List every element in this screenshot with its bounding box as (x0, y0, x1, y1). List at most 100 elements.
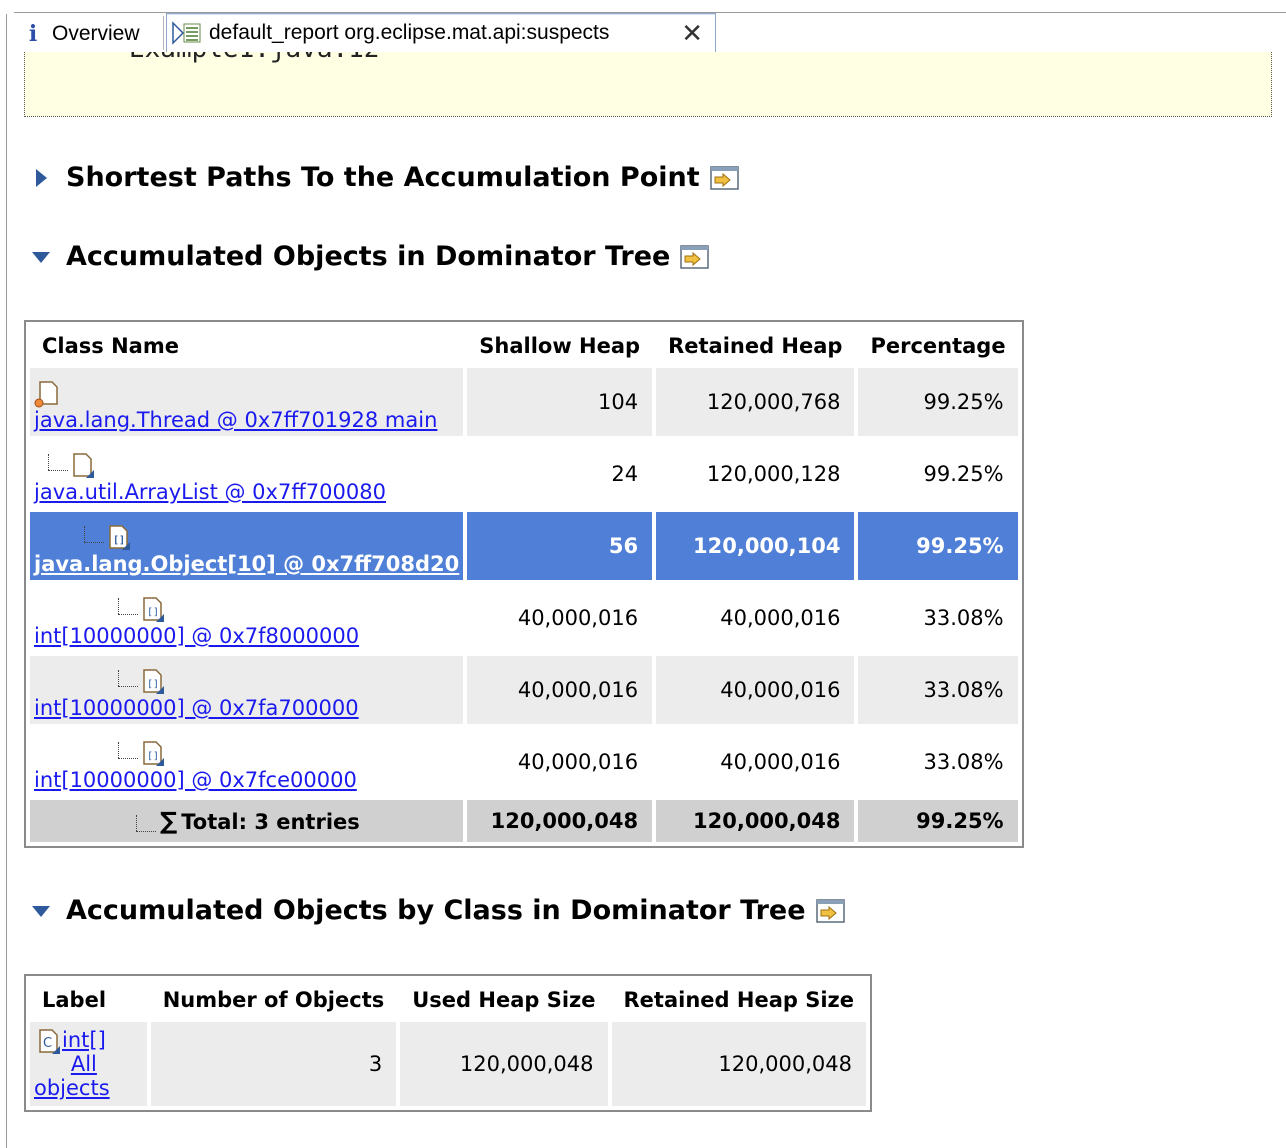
report-icon (171, 20, 203, 46)
array-object-icon: [] (140, 668, 166, 696)
used-heap-size-cell: 120,000,048 (400, 1022, 608, 1106)
retained-heap-cell: 40,000,016 (656, 656, 855, 724)
collapse-triangle-icon[interactable] (32, 900, 54, 922)
svg-text:[]: [] (147, 607, 159, 618)
sigma-icon: ∑ (160, 807, 178, 835)
column-header-number-of-objects[interactable]: Number of Objects (150, 980, 397, 1018)
table-row[interactable]: java.lang.Thread @ 0x7ff701928 main 104 … (30, 368, 1018, 436)
info-icon: i (28, 21, 38, 47)
class-name-cell: [] int[10000000] @ 0x7fce00000 (30, 728, 464, 796)
editor-left-border (6, 14, 7, 1148)
object-link[interactable]: int[10000000] @ 0x7f8000000 (34, 624, 359, 648)
total-retained-cell: 120,000,048 (656, 800, 855, 842)
table-row[interactable]: C int[] All objects 3 120,000,048 120,00… (30, 1022, 866, 1106)
percentage-cell: 99.25% (858, 440, 1018, 508)
shallow-heap-cell: 40,000,016 (467, 656, 653, 724)
class-link-objects[interactable]: objects (34, 1076, 110, 1100)
svg-text:[]: [] (147, 679, 159, 690)
column-header-label[interactable]: Label (30, 980, 147, 1018)
tab-overview[interactable]: i Overview (20, 16, 140, 52)
total-label-cell: ∑ Total: 3 entries (30, 800, 464, 842)
section-accumulated-objects[interactable]: Accumulated Objects in Dominator Tree (32, 241, 710, 272)
retained-heap-cell: 120,000,768 (656, 368, 855, 436)
object-icon (70, 452, 96, 480)
retained-heap-cell: 120,000,128 (656, 440, 855, 508)
section-accumulated-by-class[interactable]: Accumulated Objects by Class in Dominato… (32, 895, 846, 926)
section-title: Accumulated Objects in Dominator Tree (66, 241, 671, 272)
table-row[interactable]: [] int[10000000] @ 0x7fa700000 40,000,01… (30, 656, 1018, 724)
array-object-icon: [] (106, 524, 132, 552)
retained-heap-cell: 120,000,104 (656, 512, 855, 580)
shallow-heap-cell: 56 (467, 512, 653, 580)
section-title: Accumulated Objects by Class in Dominato… (66, 895, 806, 926)
array-object-icon: [] (140, 596, 166, 624)
column-header-retained-heap[interactable]: Retained Heap (656, 326, 855, 364)
tree-connector (114, 740, 140, 768)
percentage-cell: 33.08% (858, 656, 1018, 724)
object-link[interactable]: java.util.ArrayList @ 0x7ff700080 (34, 480, 386, 504)
open-query-icon[interactable] (680, 244, 710, 270)
open-query-icon[interactable] (815, 898, 846, 924)
class-link[interactable]: int[] (62, 1028, 106, 1052)
svg-text:C: C (43, 1036, 52, 1051)
tab-default-report[interactable]: default_report org.eclipse.mat.api:suspe… (166, 13, 716, 52)
editor-tab-bar: i Overview default_report org.eclipse.ma… (0, 0, 1286, 52)
retained-heap-cell: 40,000,016 (656, 584, 855, 652)
column-header-percentage[interactable]: Percentage (858, 326, 1018, 364)
total-shallow-cell: 120,000,048 (467, 800, 653, 842)
class-name-cell: java.util.ArrayList @ 0x7ff700080 (30, 440, 464, 508)
array-object-icon: [] (140, 740, 166, 768)
object-link[interactable]: int[10000000] @ 0x7fa700000 (34, 696, 359, 720)
section-title: Shortest Paths To the Accumulation Point (66, 162, 700, 193)
total-percentage-cell: 99.25% (858, 800, 1018, 842)
class-name-cell: java.lang.Thread @ 0x7ff701928 main (30, 368, 464, 436)
expand-triangle-icon[interactable] (32, 167, 54, 189)
table-header-row: Label Number of Objects Used Heap Size R… (30, 980, 866, 1018)
close-tab-icon[interactable]: ✕ (681, 18, 703, 49)
table-total-row: ∑ Total: 3 entries 120,000,048 120,000,04… (30, 800, 1018, 842)
retained-heap-cell: 40,000,016 (656, 728, 855, 796)
open-query-icon[interactable] (709, 165, 740, 191)
svg-text:[]: [] (147, 751, 159, 762)
column-header-shallow-heap[interactable]: Shallow Heap (467, 326, 653, 364)
class-dominator-table: Label Number of Objects Used Heap Size R… (24, 974, 872, 1112)
table-row[interactable]: java.util.ArrayList @ 0x7ff700080 24 120… (30, 440, 1018, 508)
tree-connector (44, 452, 70, 480)
tab-separator (163, 16, 164, 50)
shallow-heap-cell: 104 (467, 368, 653, 436)
class-name-cell: [] int[10000000] @ 0x7f8000000 (30, 584, 464, 652)
column-header-retained-heap-size[interactable]: Retained Heap Size (611, 980, 866, 1018)
percentage-cell: 99.25% (858, 512, 1018, 580)
total-label: Total: 3 entries (181, 810, 360, 834)
svg-text:[]: [] (113, 535, 125, 546)
dominator-tree-table: Class Name Shallow Heap Retained Heap Pe… (24, 320, 1024, 848)
section-shortest-paths[interactable]: Shortest Paths To the Accumulation Point (32, 162, 740, 193)
column-header-used-heap-size[interactable]: Used Heap Size (400, 980, 608, 1018)
class-name-cell: [] java.lang.Object[10] @ 0x7ff708d20 (30, 512, 464, 580)
label-cell: C int[] All objects (30, 1022, 147, 1106)
stack-trace-note-box: Example1.java:12 (24, 52, 1272, 117)
object-link[interactable]: int[10000000] @ 0x7fce00000 (34, 768, 357, 792)
class-link-all[interactable]: All (71, 1052, 97, 1076)
object-link[interactable]: java.lang.Object[10] @ 0x7ff708d20 (34, 552, 459, 576)
tree-connector (80, 524, 106, 552)
shallow-heap-cell: 40,000,016 (467, 584, 653, 652)
thread-object-icon (34, 380, 60, 408)
shallow-heap-cell: 40,000,016 (467, 728, 653, 796)
object-link[interactable]: java.lang.Thread @ 0x7ff701928 main (34, 408, 437, 432)
tab-overview-label: Overview (52, 22, 140, 45)
class-name-cell: [] int[10000000] @ 0x7fa700000 (30, 656, 464, 724)
table-row[interactable]: [] int[10000000] @ 0x7f8000000 40,000,01… (30, 584, 1018, 652)
percentage-cell: 99.25% (858, 368, 1018, 436)
tree-connector (114, 668, 140, 696)
column-header-class-name[interactable]: Class Name (30, 326, 464, 364)
number-of-objects-cell: 3 (150, 1022, 397, 1106)
tree-connector (132, 813, 158, 835)
percentage-cell: 33.08% (858, 584, 1018, 652)
table-header-row: Class Name Shallow Heap Retained Heap Pe… (30, 326, 1018, 364)
table-row[interactable]: [] int[10000000] @ 0x7fce00000 40,000,01… (30, 728, 1018, 796)
shallow-heap-cell: 24 (467, 440, 653, 508)
table-row-selected[interactable]: [] java.lang.Object[10] @ 0x7ff708d20 56… (30, 512, 1018, 580)
retained-heap-size-cell: 120,000,048 (611, 1022, 866, 1106)
collapse-triangle-icon[interactable] (32, 246, 54, 268)
